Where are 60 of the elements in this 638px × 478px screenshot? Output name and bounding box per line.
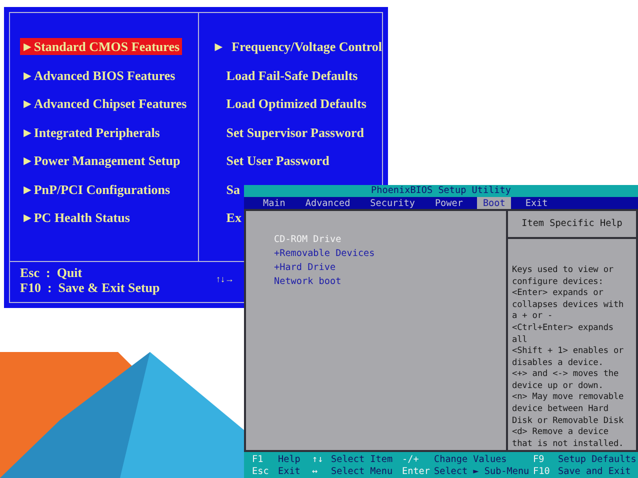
menu-tab[interactable]: Boot: [476, 197, 512, 209]
key-label: Enter: [402, 466, 431, 478]
menu-item[interactable]: Sa: [226, 182, 240, 196]
key-hint: Exit: [278, 466, 302, 478]
menu-tab[interactable]: Advanced: [299, 197, 356, 209]
help-text: Keys used to view or: [512, 264, 614, 275]
menu-item[interactable]: Load Fail-Safe Defaults: [226, 68, 358, 82]
key-label: ↑↓: [312, 454, 324, 466]
key-hint: Change Values: [434, 454, 508, 466]
help-text: <+> and <-> moves the: [512, 369, 619, 380]
window-title: PhoenixBIOS Setup Utility: [244, 185, 638, 197]
menu-item[interactable]: Load Optimized Defaults: [226, 96, 366, 111]
menu-tab[interactable]: Main: [257, 197, 292, 209]
help-text: configure devices:: [512, 276, 604, 287]
menu-item[interactable]: ►Power Management Setup: [20, 152, 182, 169]
menu-item[interactable]: ►PnP/PCI Configurations: [20, 180, 172, 198]
key-hint: Select Menu: [331, 466, 394, 478]
help-title: Item Specific Help: [508, 211, 636, 239]
boot-item[interactable]: +Hard Drive: [274, 262, 336, 274]
menu-item[interactable]: ►Standard CMOS Features: [20, 38, 182, 55]
help-text: <Shift + 1> enables or: [512, 346, 624, 356]
help-text: <Ctrl+Enter> expands: [512, 322, 614, 333]
key-label: -/+: [402, 454, 420, 466]
help-text: all: [512, 334, 528, 344]
boot-item[interactable]: +Removable Devices: [274, 248, 375, 260]
help-text: disables a device.: [512, 358, 604, 368]
menu-tab[interactable]: Security: [364, 197, 421, 209]
menu-tab[interactable]: Power: [428, 197, 469, 209]
key-hint: Setup Defaults: [558, 454, 638, 466]
boot-item[interactable]: Network boot: [274, 276, 342, 288]
menu-item[interactable]: ►Advanced Chipset Features: [20, 95, 189, 112]
menu-item[interactable]: ►Advanced BIOS Features: [20, 66, 178, 84]
key-label: ↔: [312, 466, 319, 478]
help-text: that is not installed.: [512, 438, 624, 449]
key-hint: F10 : Save & Exit Setup: [20, 280, 161, 295]
menu-item[interactable]: Set User Password: [226, 153, 330, 168]
key-hint: Esc : Quit: [20, 265, 84, 280]
help-text: <n> May move removable: [512, 392, 624, 402]
key-hint: ↑↓→: [216, 274, 234, 284]
menu-item[interactable]: ►PC Health Status: [20, 209, 132, 226]
help-text: device up or down.: [512, 380, 604, 391]
key-label: F10: [533, 466, 551, 478]
help-text: <Enter> expands or: [512, 288, 604, 298]
menu-item[interactable]: ►Integrated Peripherals: [20, 124, 162, 140]
key-hint: Save and Exit: [558, 466, 632, 478]
key-hint: Help: [278, 454, 302, 466]
key-hint: Select Item: [331, 454, 394, 466]
help-text: a + or -: [512, 311, 553, 322]
menu-item[interactable]: ► Frequency/Voltage Control: [212, 39, 382, 54]
help-text: Disk or Removable Disk: [512, 416, 624, 426]
key-hint: Select ► Sub-Menu: [434, 466, 530, 478]
menu-item[interactable]: Set Supervisor Password: [226, 124, 364, 140]
help-text: <d> Remove a device: [512, 427, 608, 438]
key-label: F9: [533, 454, 546, 466]
key-label: Esc: [252, 466, 270, 478]
menu-tab[interactable]: Exit: [519, 197, 554, 209]
help-text: device between Hard: [512, 404, 608, 414]
help-text: collapses devices with: [512, 300, 624, 310]
menu-item[interactable]: Ex: [226, 210, 242, 225]
key-label: F1: [252, 454, 264, 466]
